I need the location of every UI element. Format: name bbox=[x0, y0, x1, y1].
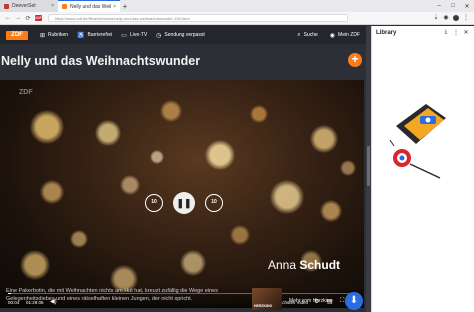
nav-mein-zdf[interactable]: ◉ Mein ZDF bbox=[330, 32, 360, 39]
bokeh-light bbox=[30, 110, 64, 144]
zdf-navbar: ZDF ⊞ Rubriken ♿ Barrierefrei ▭ Live-TV … bbox=[0, 26, 366, 44]
forward-icon[interactable]: → bbox=[13, 15, 23, 21]
bokeh-light bbox=[320, 200, 342, 222]
playback-controls: 10 ❚❚ 10 bbox=[145, 192, 223, 214]
close-icon[interactable]: ✕ bbox=[461, 29, 471, 36]
tab-favicon-icon bbox=[62, 4, 67, 9]
nav-label: Rubriken bbox=[48, 32, 69, 38]
user-icon: ◉ bbox=[329, 32, 336, 39]
search-icon: ⌕ bbox=[297, 31, 301, 38]
camera-icon[interactable]: ◉ bbox=[441, 14, 451, 23]
bokeh-light bbox=[340, 160, 356, 176]
nav-label: Live-TV bbox=[129, 32, 148, 38]
bokeh-light bbox=[20, 250, 50, 280]
pause-button[interactable]: ❚❚ bbox=[173, 192, 195, 214]
new-tab-icon[interactable]: + bbox=[120, 2, 130, 11]
pause-icon: ❚❚ bbox=[176, 197, 192, 208]
scrollbar-thumb[interactable] bbox=[367, 146, 370, 186]
accessibility-icon: ♿ bbox=[77, 32, 85, 39]
library-empty-illustration bbox=[389, 104, 446, 179]
tv-icon: ▭ bbox=[121, 32, 127, 39]
tab-title: DeeverSet bbox=[12, 3, 36, 9]
download-icon[interactable]: ⇣ bbox=[431, 14, 441, 23]
herzkino-link[interactable]: Mehr vom Herzkino bbox=[289, 298, 332, 304]
video-player[interactable]: ZDF 10 ❚❚ 10 Anna Schudt 00:04 01:29:05 … bbox=[0, 80, 364, 308]
bokeh-light bbox=[270, 180, 304, 214]
herzkino-thumb-text: HERZKINO bbox=[254, 304, 273, 308]
library-actions: ⤓ ⋮ ✕ bbox=[441, 29, 471, 36]
nav-sendung-verpasst[interactable]: ◷ Sendung verpasst bbox=[156, 32, 205, 39]
download-button[interactable]: ⬇ bbox=[345, 292, 363, 310]
menu-icon[interactable]: ⋮ bbox=[461, 14, 471, 23]
toolbar-extensions: ⇣ ◉ ⋮ bbox=[431, 14, 471, 23]
tab-zdf[interactable]: Nelly und das Weihnac × bbox=[58, 0, 120, 12]
url-field[interactable]: https://www.zdf.de/filme/herzkino/nelly-… bbox=[48, 14, 348, 22]
nav-rubriken[interactable]: ⊞ Rubriken bbox=[40, 32, 68, 39]
back-icon[interactable]: ← bbox=[3, 15, 13, 21]
zdf-page: ZDF ⊞ Rubriken ♿ Barrierefrei ▭ Live-TV … bbox=[0, 26, 366, 312]
window-controls: – □ ✕ bbox=[432, 3, 474, 10]
nav-label: Suche bbox=[303, 32, 318, 38]
nav-live-tv[interactable]: ▭ Live-TV bbox=[121, 32, 147, 39]
nav-right-group: ⌕ Suche ◉ Mein ZDF bbox=[285, 32, 360, 39]
extension-badge[interactable]: ABP bbox=[35, 15, 42, 21]
nav-label: Barrierefrei bbox=[87, 32, 113, 38]
maximize-icon[interactable]: □ bbox=[446, 3, 460, 10]
skip-forward-icon[interactable]: 10 bbox=[205, 194, 223, 212]
add-to-list-button[interactable]: + bbox=[348, 53, 362, 67]
more-icon[interactable]: ⋮ bbox=[451, 29, 461, 36]
bokeh-light bbox=[250, 105, 268, 123]
video-name-overlay: Anna Schudt bbox=[268, 258, 340, 272]
library-title: Library bbox=[376, 30, 397, 36]
title-row: Nelly und das Weihnachtswunder bbox=[0, 44, 366, 78]
bokeh-light bbox=[230, 225, 250, 245]
bokeh-light bbox=[120, 175, 140, 195]
tab-deeverset[interactable]: DeeverSet × bbox=[0, 0, 58, 12]
nav-suche[interactable]: ⌕ Suche bbox=[297, 32, 318, 39]
tab-favicon-icon bbox=[4, 3, 9, 9]
overlay-first-name: Anna bbox=[268, 258, 297, 272]
bokeh-light bbox=[150, 150, 164, 164]
bokeh-light bbox=[205, 140, 235, 170]
reload-icon[interactable]: ⟳ bbox=[23, 15, 33, 22]
bokeh-light bbox=[310, 125, 338, 153]
close-icon[interactable]: × bbox=[113, 4, 116, 10]
tab-title: Nelly und das Weihnac bbox=[70, 3, 111, 10]
zdf-logo[interactable]: ZDF bbox=[6, 30, 28, 40]
clock-icon: ◷ bbox=[156, 32, 162, 39]
profile-icon[interactable] bbox=[451, 14, 461, 23]
bokeh-light bbox=[70, 230, 88, 248]
grid-icon: ⊞ bbox=[40, 32, 46, 39]
zdf-watermark: ZDF bbox=[19, 89, 33, 96]
address-toolbar: ← → ⟳ ABP https://www.zdf.de/filme/herzk… bbox=[0, 12, 474, 25]
close-icon[interactable]: × bbox=[51, 3, 54, 9]
overlay-last-name: Schudt bbox=[299, 258, 341, 272]
bokeh-light bbox=[180, 250, 206, 276]
browser-tab-bar: DeeverSet × Nelly und das Weihnac × + – … bbox=[0, 0, 474, 12]
nav-barrierefrei[interactable]: ♿ Barrierefrei bbox=[77, 32, 112, 39]
minimize-icon[interactable]: – bbox=[432, 3, 446, 10]
herzkino-thumbnail[interactable]: HERZKINO bbox=[252, 288, 282, 310]
nav-label: Mein ZDF bbox=[338, 32, 360, 38]
download-arrow-icon: ⬇ bbox=[349, 295, 359, 306]
close-window-icon[interactable]: ✕ bbox=[460, 3, 474, 10]
library-sidebar: Library ⤓ ⋮ ✕ bbox=[371, 26, 474, 312]
download-icon[interactable]: ⤓ bbox=[441, 29, 451, 36]
fullscreen-icon[interactable]: ⛶ bbox=[340, 298, 344, 305]
bokeh-light bbox=[95, 120, 121, 146]
bokeh-light bbox=[160, 100, 182, 122]
nav-label: Sendung verpasst bbox=[164, 32, 205, 38]
skip-back-icon[interactable]: 10 bbox=[145, 194, 163, 212]
page-title: Nelly und das Weihnachtswunder bbox=[1, 54, 201, 68]
bokeh-light bbox=[40, 180, 64, 204]
description-text: Eine Pakerbotin, die mit Weihnachten nic… bbox=[6, 288, 218, 302]
